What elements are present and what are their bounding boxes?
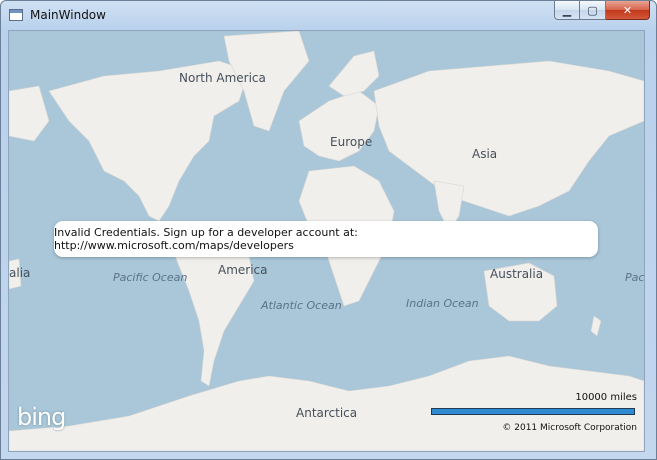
caption-buttons: ▁ ▢ ✕ [554, 1, 650, 21]
close-icon: ✕ [622, 3, 633, 17]
scale-bar [431, 408, 635, 415]
main-window: MainWindow ▁ ▢ ✕ North America Europe As… [0, 0, 657, 460]
label-south-america: America [218, 263, 268, 277]
north-america-landmass [48, 60, 250, 222]
europe-landmass [298, 90, 380, 162]
label-antarctica: Antarctica [296, 406, 358, 420]
close-button[interactable]: ✕ [606, 1, 650, 20]
copyright-notice: © 2011 Microsoft Corporation [502, 423, 637, 433]
label-indian-ocean: Indian Ocean [406, 297, 479, 310]
scale-label: 10000 miles [575, 392, 637, 403]
scandinavia-landmass [328, 50, 380, 97]
minimize-button[interactable]: ▁ [554, 1, 580, 20]
label-pacific-partial: Pac [625, 271, 645, 284]
title-bar[interactable]: MainWindow ▁ ▢ ✕ [1, 1, 656, 29]
label-europe: Europe [330, 135, 373, 149]
bing-logo: bing [17, 403, 66, 431]
credentials-error-message: Invalid Credentials. Sign up for a devel… [54, 221, 598, 257]
label-north-america: North America [179, 71, 266, 85]
app-window-icon[interactable] [9, 9, 23, 21]
label-atlantic-ocean: Atlantic Ocean [261, 299, 342, 312]
asia-landmass [373, 60, 644, 217]
label-australia: Australia [490, 267, 544, 281]
label-asia: Asia [472, 147, 498, 161]
window-title: MainWindow [30, 8, 106, 22]
left-edge-landmass [9, 85, 50, 142]
maximize-icon: ▢ [587, 3, 598, 17]
label-africa-partial: alia [9, 266, 31, 280]
maximize-button[interactable]: ▢ [580, 1, 606, 20]
new-zealand-landmass [590, 315, 602, 337]
antarctica-landmass [9, 355, 644, 451]
error-message-text: Invalid Credentials. Sign up for a devel… [54, 226, 358, 252]
minimize-icon: ▁ [562, 3, 572, 17]
label-pacific-ocean: Pacific Ocean [113, 271, 188, 284]
map-view[interactable]: North America Europe Asia alia America A… [8, 30, 645, 452]
